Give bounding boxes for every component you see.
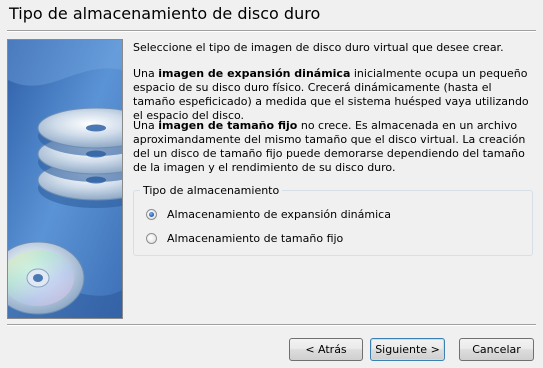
footer-divider — [7, 324, 536, 326]
wizard-header: Tipo de almacenamiento de disco duro — [0, 0, 543, 30]
hard-disk-stack-icon — [8, 40, 122, 318]
next-button[interactable]: Siguiente > — [370, 338, 445, 361]
radio-fixed[interactable] — [146, 232, 157, 244]
fixed-term: imagen de tamaño fijo — [158, 119, 298, 132]
intro-text: Seleccione el tipo de imagen de disco du… — [133, 41, 504, 54]
fixed-description: Una imagen de tamaño fijo no crece. Es a… — [133, 119, 531, 175]
option-fixed-label[interactable]: Almacenamiento de tamaño fijo — [167, 232, 343, 245]
option-dynamic[interactable]: Almacenamiento de expansión dinámica — [146, 206, 391, 222]
storage-type-legend: Tipo de almacenamiento — [140, 184, 283, 197]
dynamic-prefix: Una — [133, 67, 159, 80]
dynamic-term: imagen de expansión dinámica — [158, 67, 351, 80]
header-divider — [7, 30, 536, 32]
disc-stack — [37, 107, 122, 208]
fixed-prefix: Una — [133, 119, 159, 132]
sidebar-image — [7, 39, 123, 319]
dynamic-description: Una imagen de expansión dinámica inicial… — [133, 67, 531, 123]
option-fixed[interactable]: Almacenamiento de tamaño fijo — [146, 230, 343, 246]
radio-dynamic[interactable] — [146, 208, 157, 220]
back-button[interactable]: < Atrás — [289, 338, 363, 361]
storage-type-group: Tipo de almacenamiento Almacenamiento de… — [133, 184, 533, 256]
cancel-button[interactable]: Cancelar — [459, 338, 534, 361]
page-title: Tipo de almacenamiento de disco duro — [9, 4, 321, 23]
option-dynamic-label[interactable]: Almacenamiento de expansión dinámica — [167, 208, 391, 221]
